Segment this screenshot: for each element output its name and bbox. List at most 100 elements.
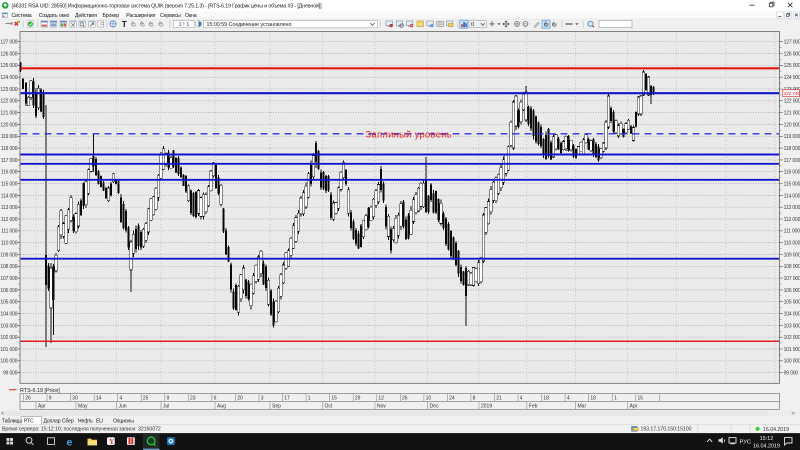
svg-text:9: 9 [167, 396, 170, 402]
svg-text:Jun: Jun [119, 404, 127, 410]
svg-text:12: 12 [378, 396, 384, 402]
svg-text:125 000: 125 000 [0, 63, 17, 69]
svg-text:99 000: 99 000 [3, 371, 18, 377]
svg-text:<: < [1, 411, 4, 417]
svg-text:107 000: 107 000 [784, 276, 800, 282]
svg-text:May: May [78, 404, 88, 410]
svg-text:114 000: 114 000 [1, 193, 18, 199]
svg-text:Сервисы: Сервисы [160, 13, 181, 19]
svg-text:121 000: 121 000 [784, 111, 800, 117]
svg-text:117 000: 117 000 [784, 158, 800, 164]
svg-text:122 000: 122 000 [784, 99, 800, 105]
svg-text:108 000: 108 000 [784, 264, 800, 270]
svg-text:1: 1 [614, 396, 617, 402]
svg-text:127 000: 127 000 [0, 40, 17, 46]
svg-text:Dec: Dec [430, 404, 439, 410]
svg-text:Опционы: Опционы [113, 418, 134, 424]
svg-text:20: 20 [237, 396, 243, 402]
svg-text:Расширения: Расширения [126, 13, 155, 19]
svg-text:119 000: 119 000 [1, 134, 18, 140]
svg-text:101 000: 101 000 [784, 347, 800, 353]
svg-text:16.04.2019: 16.04.2019 [763, 427, 789, 433]
svg-text:103 000: 103 000 [784, 323, 800, 329]
svg-text:Окна: Окна [185, 13, 197, 19]
svg-text:Apr: Apr [630, 404, 638, 410]
svg-text:108 000: 108 000 [0, 264, 17, 270]
svg-text:120 000: 120 000 [784, 122, 800, 128]
svg-text:109 000: 109 000 [0, 252, 17, 258]
svg-text:EU: EU [96, 418, 103, 424]
svg-text:Действия: Действия [75, 12, 97, 19]
svg-text:100 000: 100 000 [0, 359, 17, 365]
svg-text:119 000: 119 000 [784, 134, 800, 140]
svg-text:RTS-6.19 [Price]: RTS-6.19 [Price] [20, 388, 60, 394]
svg-text:117 000: 117 000 [1, 158, 18, 164]
svg-text:1: 1 [308, 396, 311, 402]
svg-text:14: 14 [96, 396, 102, 402]
svg-text:Доллар: Доллар [44, 418, 61, 424]
svg-text:0: 0 [471, 22, 474, 28]
svg-text:Система: Система [12, 13, 32, 19]
svg-text:115 000: 115 000 [1, 181, 18, 187]
svg-text:4: 4 [567, 396, 570, 402]
svg-text:111 000: 111 000 [1, 229, 18, 235]
svg-text:100 000: 100 000 [784, 359, 800, 365]
svg-text:18: 18 [543, 396, 549, 402]
svg-text:125 000: 125 000 [784, 63, 800, 69]
svg-text:6: 6 [214, 396, 217, 402]
svg-text:Apr: Apr [38, 404, 46, 410]
svg-text:4: 4 [520, 396, 523, 402]
svg-text:121 000: 121 000 [0, 111, 17, 117]
svg-text:118 000: 118 000 [784, 146, 800, 152]
svg-text:126 000: 126 000 [784, 51, 800, 57]
svg-text:122 000: 122 000 [0, 99, 17, 105]
svg-text:15:12: 15:12 [760, 436, 774, 442]
svg-text:РУС: РУС [740, 439, 752, 445]
svg-text:106 000: 106 000 [784, 288, 800, 294]
svg-text:104 000: 104 000 [784, 312, 800, 318]
svg-text:193.17.170.150:15100: 193.17.170.150:15100 [641, 427, 692, 433]
svg-text:Брокер: Брокер [103, 13, 120, 19]
svg-text:116 000: 116 000 [1, 170, 18, 176]
svg-text:99 000: 99 000 [784, 371, 799, 377]
svg-text:Oct: Oct [325, 404, 333, 410]
svg-text:Нефть: Нефть [78, 418, 93, 424]
svg-text:Сбер: Сбер [62, 418, 74, 424]
svg-text:123 000: 123 000 [0, 87, 17, 93]
svg-text:114 000: 114 000 [784, 193, 800, 199]
svg-text:T: T [122, 19, 128, 29]
svg-text:Заплиный уровень: Заплиный уровень [366, 129, 452, 140]
svg-text:124 000: 124 000 [784, 75, 800, 81]
svg-text:116 000: 116 000 [784, 170, 800, 176]
svg-text:9: 9 [49, 396, 52, 402]
svg-text:122 740: 122 740 [784, 91, 800, 97]
svg-text:4: 4 [119, 396, 122, 402]
svg-text:Sep: Sep [272, 404, 281, 410]
svg-text:102 000: 102 000 [0, 335, 17, 341]
svg-text:25: 25 [143, 396, 149, 402]
svg-text:17: 17 [284, 396, 290, 402]
svg-text:e: e [67, 436, 73, 448]
svg-text:15: 15 [331, 396, 337, 402]
svg-text:113 000: 113 000 [784, 205, 800, 211]
svg-text:15: 15 [638, 396, 644, 402]
svg-text:10: 10 [426, 396, 432, 402]
svg-text:112 000: 112 000 [784, 217, 800, 223]
svg-text:127 000: 127 000 [784, 40, 800, 46]
svg-text:111 000: 111 000 [784, 229, 800, 235]
svg-text:118 000: 118 000 [1, 146, 18, 152]
svg-text:Nov: Nov [377, 404, 386, 410]
svg-text:110 000: 110 000 [1, 241, 18, 247]
svg-text:102 000: 102 000 [784, 335, 800, 341]
svg-text:18: 18 [590, 396, 596, 402]
svg-text:109 000: 109 000 [784, 252, 800, 258]
svg-text:112 000: 112 000 [1, 217, 18, 223]
svg-text:26: 26 [402, 396, 408, 402]
svg-text:106 000: 106 000 [0, 288, 17, 294]
svg-text:Aug: Aug [217, 404, 226, 410]
svg-text:3: 3 [261, 396, 264, 402]
svg-text:Feb: Feb [529, 404, 538, 410]
svg-text:107 000: 107 000 [0, 276, 17, 282]
svg-text:1 ! 1: 1 ! 1 [179, 22, 190, 28]
svg-text:8: 8 [473, 396, 476, 402]
